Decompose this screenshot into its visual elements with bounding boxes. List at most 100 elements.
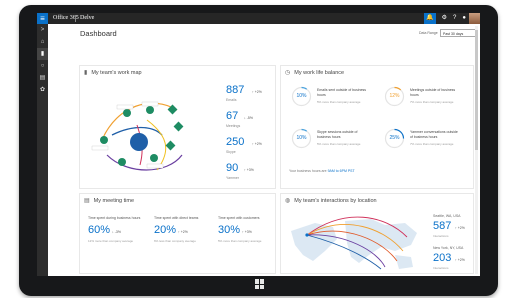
meeting-time-card: ▤ My meeting time Time spent during busi… [79, 193, 276, 274]
dots-icon[interactable]: ● [462, 13, 466, 24]
meeting-pct: 30% [218, 224, 241, 236]
bell-icon[interactable]: 🔔 [424, 13, 436, 24]
metric-label: Meetings [226, 124, 241, 128]
group-node[interactable] [165, 140, 176, 151]
date-range-select[interactable]: Past 30 days [440, 29, 478, 37]
scrollbar[interactable] [475, 26, 478, 274]
chart-icon: ▮ [84, 70, 88, 76]
work-map-graph[interactable] [82, 80, 192, 180]
page-title: Dashboard [80, 29, 117, 38]
metric-delta: ↑ +2% [252, 142, 262, 146]
interactions-card: ◍ My team's interactions by location Sea… [280, 193, 474, 274]
balance-pct: 10% [296, 93, 307, 99]
arrow-left-icon[interactable]: > [37, 24, 48, 36]
meeting-sub: 12% more than company average [88, 239, 134, 243]
balance-item-sub: 7% more than company average [410, 100, 454, 104]
balance-ring: 25% [384, 128, 405, 149]
balance-item-title: Meetings outside of business hours [410, 88, 456, 97]
windows-button-icon[interactable] [255, 279, 265, 289]
chart-icon[interactable]: ▮ [37, 48, 48, 60]
person-node[interactable] [123, 109, 131, 117]
app-sub-name: Delve [80, 15, 95, 21]
graph-edge [146, 119, 167, 171]
meeting-pct: 20% [154, 224, 177, 236]
balance-item-title: Skype sessions outside of business hours [317, 130, 358, 139]
meeting-label: Time spent during business hours [88, 216, 141, 220]
person-node[interactable] [146, 106, 154, 114]
location-sub: Interactions [433, 266, 449, 270]
metric-delta: ↑ +2% [252, 90, 262, 94]
network-icon[interactable]: ✿ [37, 84, 48, 96]
interactions-map[interactable] [285, 211, 421, 271]
date-range-label: Data Range [419, 31, 438, 35]
meeting-delta: ↑ +3% [242, 230, 252, 234]
meeting-time-title: My meeting time [93, 197, 135, 204]
scrollbar-thumb[interactable] [475, 30, 478, 150]
balance-ring: 12% [384, 86, 405, 107]
metric-delta: ↓ -5% [244, 116, 253, 120]
business-hours-prefix: Your business hours are [289, 169, 327, 173]
business-hours-link[interactable]: 9AM to 6PM PST [328, 169, 355, 173]
meeting-sub: 6% less than company average [154, 239, 196, 243]
balance-item-sub: 5% more than company average [317, 100, 361, 104]
node-label-box [146, 163, 164, 169]
meeting-pct: 60% [88, 224, 111, 236]
calendar-icon: ▤ [84, 198, 90, 204]
node-label-box [91, 145, 109, 151]
balance-pct: 12% [389, 93, 400, 99]
top-bar: ≡ Office 365 Delve 🔔 ⚙ ? ● [37, 13, 480, 24]
location-delta: ↑ +2% [455, 258, 465, 262]
metric-value: 250 [226, 136, 245, 148]
person-node[interactable] [100, 136, 108, 144]
interactions-title: My team's interactions by location [294, 197, 377, 204]
balance-item-sub: 7% more than company average [410, 142, 454, 146]
location-value: 587 [433, 220, 452, 232]
home-icon[interactable]: ⌂ [37, 36, 48, 48]
location-sub: Interactions [433, 234, 449, 238]
meeting-sub: 5% more than company average [218, 239, 262, 243]
gear-icon[interactable]: ⚙ [442, 13, 447, 24]
location-delta: ↑ +2% [455, 226, 465, 230]
meeting-label: Time spent with customers [218, 216, 260, 220]
app-launcher-icon[interactable]: ≡ [37, 13, 48, 24]
location-value: 203 [433, 252, 452, 264]
person-node[interactable] [118, 158, 126, 166]
balance-pct: 25% [389, 135, 400, 141]
balance-item-sub: 5% more than company average [317, 142, 361, 146]
group-node[interactable] [173, 121, 184, 132]
center-node[interactable] [130, 133, 148, 151]
location-pin[interactable] [305, 233, 309, 237]
divider [75, 15, 76, 22]
balance-ring: 10% [291, 86, 312, 107]
help-icon[interactable]: ? [453, 13, 456, 24]
person-node[interactable] [150, 154, 158, 162]
node-label-box [116, 104, 134, 110]
balance-item-title: Yammer conversations outside of business… [410, 130, 458, 139]
screen: ≡ Office 365 Delve 🔔 ⚙ ? ● > ⌂ ▮ ○ ▤ ✿ D… [37, 13, 480, 276]
metric-label: Skype [226, 150, 236, 154]
calendar-icon[interactable]: ▤ [37, 72, 48, 84]
top-icons: 🔔 ⚙ ? ● [424, 13, 466, 24]
work-map-title-row: ▮ My team's work map [84, 69, 142, 77]
metric-delta: ↑ +3% [244, 168, 254, 172]
circle-icon[interactable]: ○ [37, 60, 48, 72]
balance-card: ◷ My work life balance 10% Emails sent o… [280, 65, 474, 189]
metric-value: 90 [226, 162, 239, 174]
business-hours-text: Your business hours are 9AM to 6PM PST [289, 169, 355, 173]
meeting-delta: ↓ -3% [112, 230, 121, 234]
balance-item-title: Emails sent outside of business hours [317, 88, 367, 97]
clock-icon: ◷ [285, 70, 291, 76]
meeting-time-title-row: ▤ My meeting time [84, 197, 135, 205]
work-map-card: ▮ My team's work map 887 ↑ +2% Emails 67… [79, 65, 276, 189]
metric-value: 67 [226, 110, 239, 122]
metric-value: 887 [226, 84, 245, 96]
tablet-frame: ≡ Office 365 Delve 🔔 ⚙ ? ● > ⌂ ▮ ○ ▤ ✿ D… [19, 5, 498, 296]
metric-label: Yammer [226, 176, 239, 180]
avatar[interactable] [469, 13, 480, 24]
work-map-title: My team's work map [91, 69, 142, 76]
location-label: Seattle, WA, USA [433, 214, 461, 218]
balance-pct: 10% [296, 135, 307, 141]
balance-ring: 10% [291, 128, 312, 149]
node-label-box [141, 101, 159, 107]
meeting-label: Time spent with direct teams [154, 216, 199, 220]
